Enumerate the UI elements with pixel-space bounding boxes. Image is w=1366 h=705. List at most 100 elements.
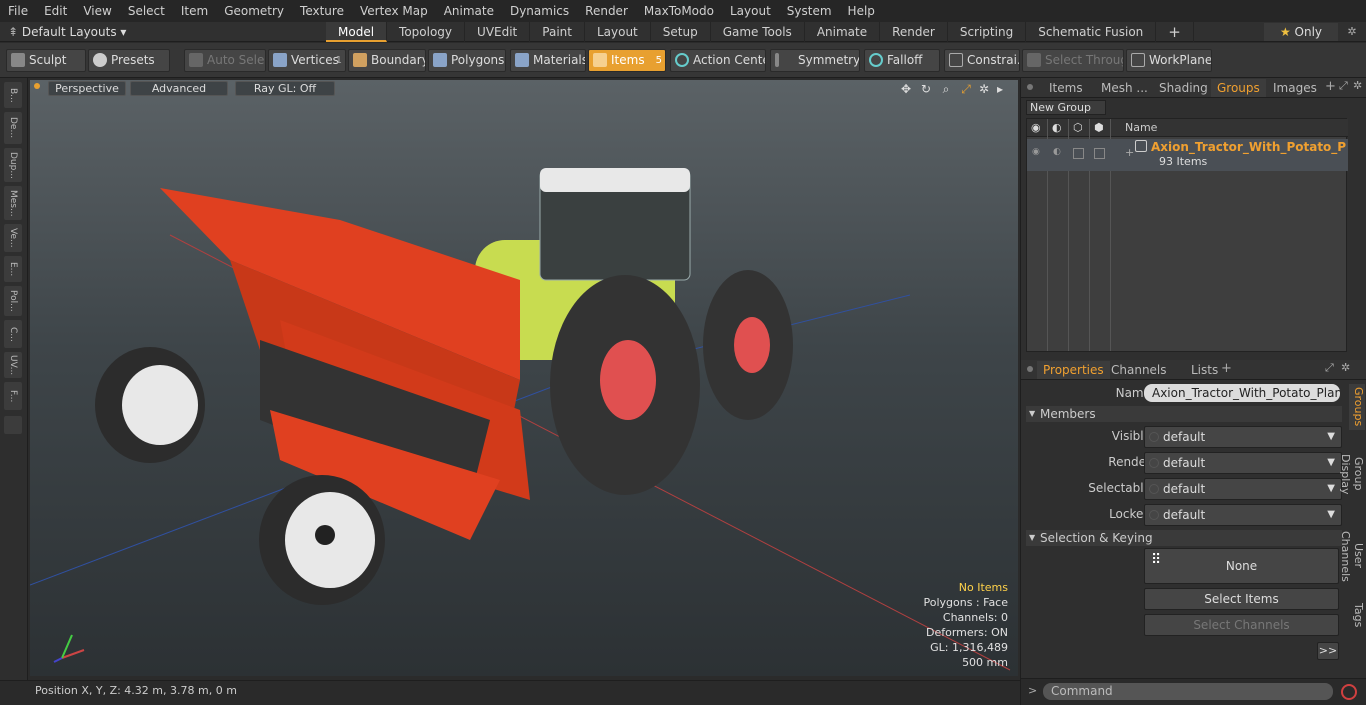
selectable-dropdown[interactable]: default ▼ [1144,478,1342,500]
symmetry-button[interactable]: Symmetry [770,49,860,72]
falloff-button[interactable]: Falloff [864,49,940,72]
rotate-view-icon[interactable]: ↻ [918,81,934,97]
selection-keying-section[interactable]: ▼ Selection & Keying [1026,530,1342,546]
tab-channels[interactable]: Channels [1105,361,1173,379]
left-tool-0[interactable]: B... [4,82,22,108]
add-tab-icon[interactable]: + [1221,361,1232,376]
items-button[interactable]: Items 5 [588,49,666,72]
polygons-button[interactable]: Polygons [428,49,506,72]
menu-edit[interactable]: Edit [36,0,75,22]
render-icon[interactable]: ◐ [1052,121,1062,134]
tab-game-tools[interactable]: Game Tools [711,22,805,42]
menu-system[interactable]: System [779,0,840,22]
menu-render[interactable]: Render [577,0,636,22]
tab-topology[interactable]: Topology [387,22,466,42]
gear-icon[interactable]: ✲ [976,81,992,97]
left-tool-7[interactable]: C... [4,320,22,348]
tab-setup[interactable]: Setup [651,22,711,42]
materials-button[interactable]: Materials [510,49,586,72]
left-tool-extra[interactable] [4,416,22,434]
tab-render[interactable]: Render [880,22,948,42]
maximize-view-icon[interactable]: ⤢ [958,81,974,97]
locked-dropdown[interactable]: default ▼ [1144,504,1342,526]
select-items-button[interactable]: Select Items [1144,588,1339,610]
tab-model[interactable]: Model [326,22,388,42]
render-dropdown[interactable]: default ▼ [1144,452,1342,474]
perspective-button[interactable]: Perspective [48,81,126,96]
move-view-icon[interactable]: ✥ [898,81,914,97]
menu-maxtomodo[interactable]: MaxToModo [636,0,722,22]
vtab-user-channels[interactable]: User Channels [1339,518,1365,594]
command-input[interactable]: Command [1043,683,1333,700]
tab-scripting[interactable]: Scripting [948,22,1027,42]
action-center-button[interactable]: Action Center [670,49,766,72]
vertices-button[interactable]: Vertices 1 [268,49,346,72]
presets-button[interactable]: Presets [88,49,170,72]
vtab-groups[interactable]: Groups [1349,384,1365,430]
gear-icon[interactable]: ✲ [1342,22,1362,42]
lock-icon[interactable]: ⬡ [1073,121,1083,134]
tab-shading[interactable]: Shading [1153,79,1214,97]
expand-icon[interactable]: + [1125,146,1134,159]
visible-dropdown[interactable]: default ▼ [1144,426,1342,448]
viewport-menu-dot[interactable] [34,83,40,89]
vtab-group-display[interactable]: Group Display [1339,436,1365,512]
select-through-button[interactable]: Select Through [1022,49,1124,72]
tab-lists[interactable]: Lists [1185,361,1224,379]
play-arrow-icon[interactable]: ▸ [992,81,1008,97]
maximize-icon[interactable]: ⤢ [1339,79,1348,93]
menu-view[interactable]: View [75,0,119,22]
tab-paint[interactable]: Paint [530,22,585,42]
select-channels-button[interactable]: Select Channels [1144,614,1339,636]
left-tool-2[interactable]: Dup... [4,148,22,182]
tab-groups[interactable]: Groups [1211,79,1266,97]
tab-schematic-fusion[interactable]: Schematic Fusion [1026,22,1157,42]
name-column-header[interactable]: Name [1125,121,1157,134]
menu-geometry[interactable]: Geometry [216,0,292,22]
menu-select[interactable]: Select [120,0,173,22]
panel-menu-dot[interactable] [1027,366,1033,372]
members-section[interactable]: ▼ Members [1026,406,1342,422]
sculpt-button[interactable]: Sculpt [6,49,86,72]
tab-properties[interactable]: Properties [1037,361,1110,379]
zoom-view-icon[interactable]: ⌕ [938,81,954,97]
eye-icon[interactable]: ◉ [1031,121,1041,134]
new-group-button[interactable]: New Group [1026,100,1106,115]
left-tool-1[interactable]: De... [4,112,22,144]
boundary-button[interactable]: Boundary [348,49,426,72]
advanced-button[interactable]: Advanced [130,81,228,96]
left-tool-5[interactable]: E... [4,256,22,282]
left-tool-4[interactable]: Ve... [4,224,22,252]
tab-mesh[interactable]: Mesh ... [1095,79,1154,97]
panel-menu-dot[interactable] [1027,84,1033,90]
add-tab-button[interactable]: + [1156,22,1194,42]
menu-dynamics[interactable]: Dynamics [502,0,577,22]
vtab-tags[interactable]: Tags [1349,600,1365,630]
workplane-button[interactable]: WorkPlane [1126,49,1212,72]
left-tool-3[interactable]: Mes... [4,186,22,220]
group-row[interactable]: ◉ ◐ + Axion_Tractor_With_Potato_Pla... 9… [1027,139,1348,171]
name-field[interactable]: Axion_Tractor_With_Potato_Planter ( [1144,384,1340,402]
select-checkbox[interactable] [1094,148,1105,159]
only-button[interactable]: ★ Only [1264,23,1338,41]
tab-layout[interactable]: Layout [585,22,651,42]
keying-none-button[interactable]: ⠿ None [1144,548,1339,584]
auto-select-button[interactable]: Auto Select [184,49,266,72]
lock-checkbox[interactable] [1073,148,1084,159]
menu-help[interactable]: Help [840,0,883,22]
menu-texture[interactable]: Texture [292,0,352,22]
more-button[interactable]: >> [1317,642,1339,660]
tab-animate[interactable]: Animate [805,22,881,42]
maximize-icon[interactable]: ⤢ [1325,361,1334,375]
menu-layout[interactable]: Layout [722,0,779,22]
render-icon[interactable]: ◐ [1053,147,1061,157]
add-tab-icon[interactable]: + [1325,79,1336,94]
tab-items[interactable]: Items [1043,79,1089,97]
gear-icon[interactable]: ✲ [1353,79,1362,92]
menu-item[interactable]: Item [173,0,216,22]
layouts-dropdown[interactable]: ⇞ Default Layouts ▾ [8,24,128,40]
select-icon[interactable]: ⬢ [1094,121,1104,134]
menu-file[interactable]: File [0,0,36,22]
gear-icon[interactable]: ✲ [1341,361,1350,374]
eye-icon[interactable]: ◉ [1032,147,1040,157]
